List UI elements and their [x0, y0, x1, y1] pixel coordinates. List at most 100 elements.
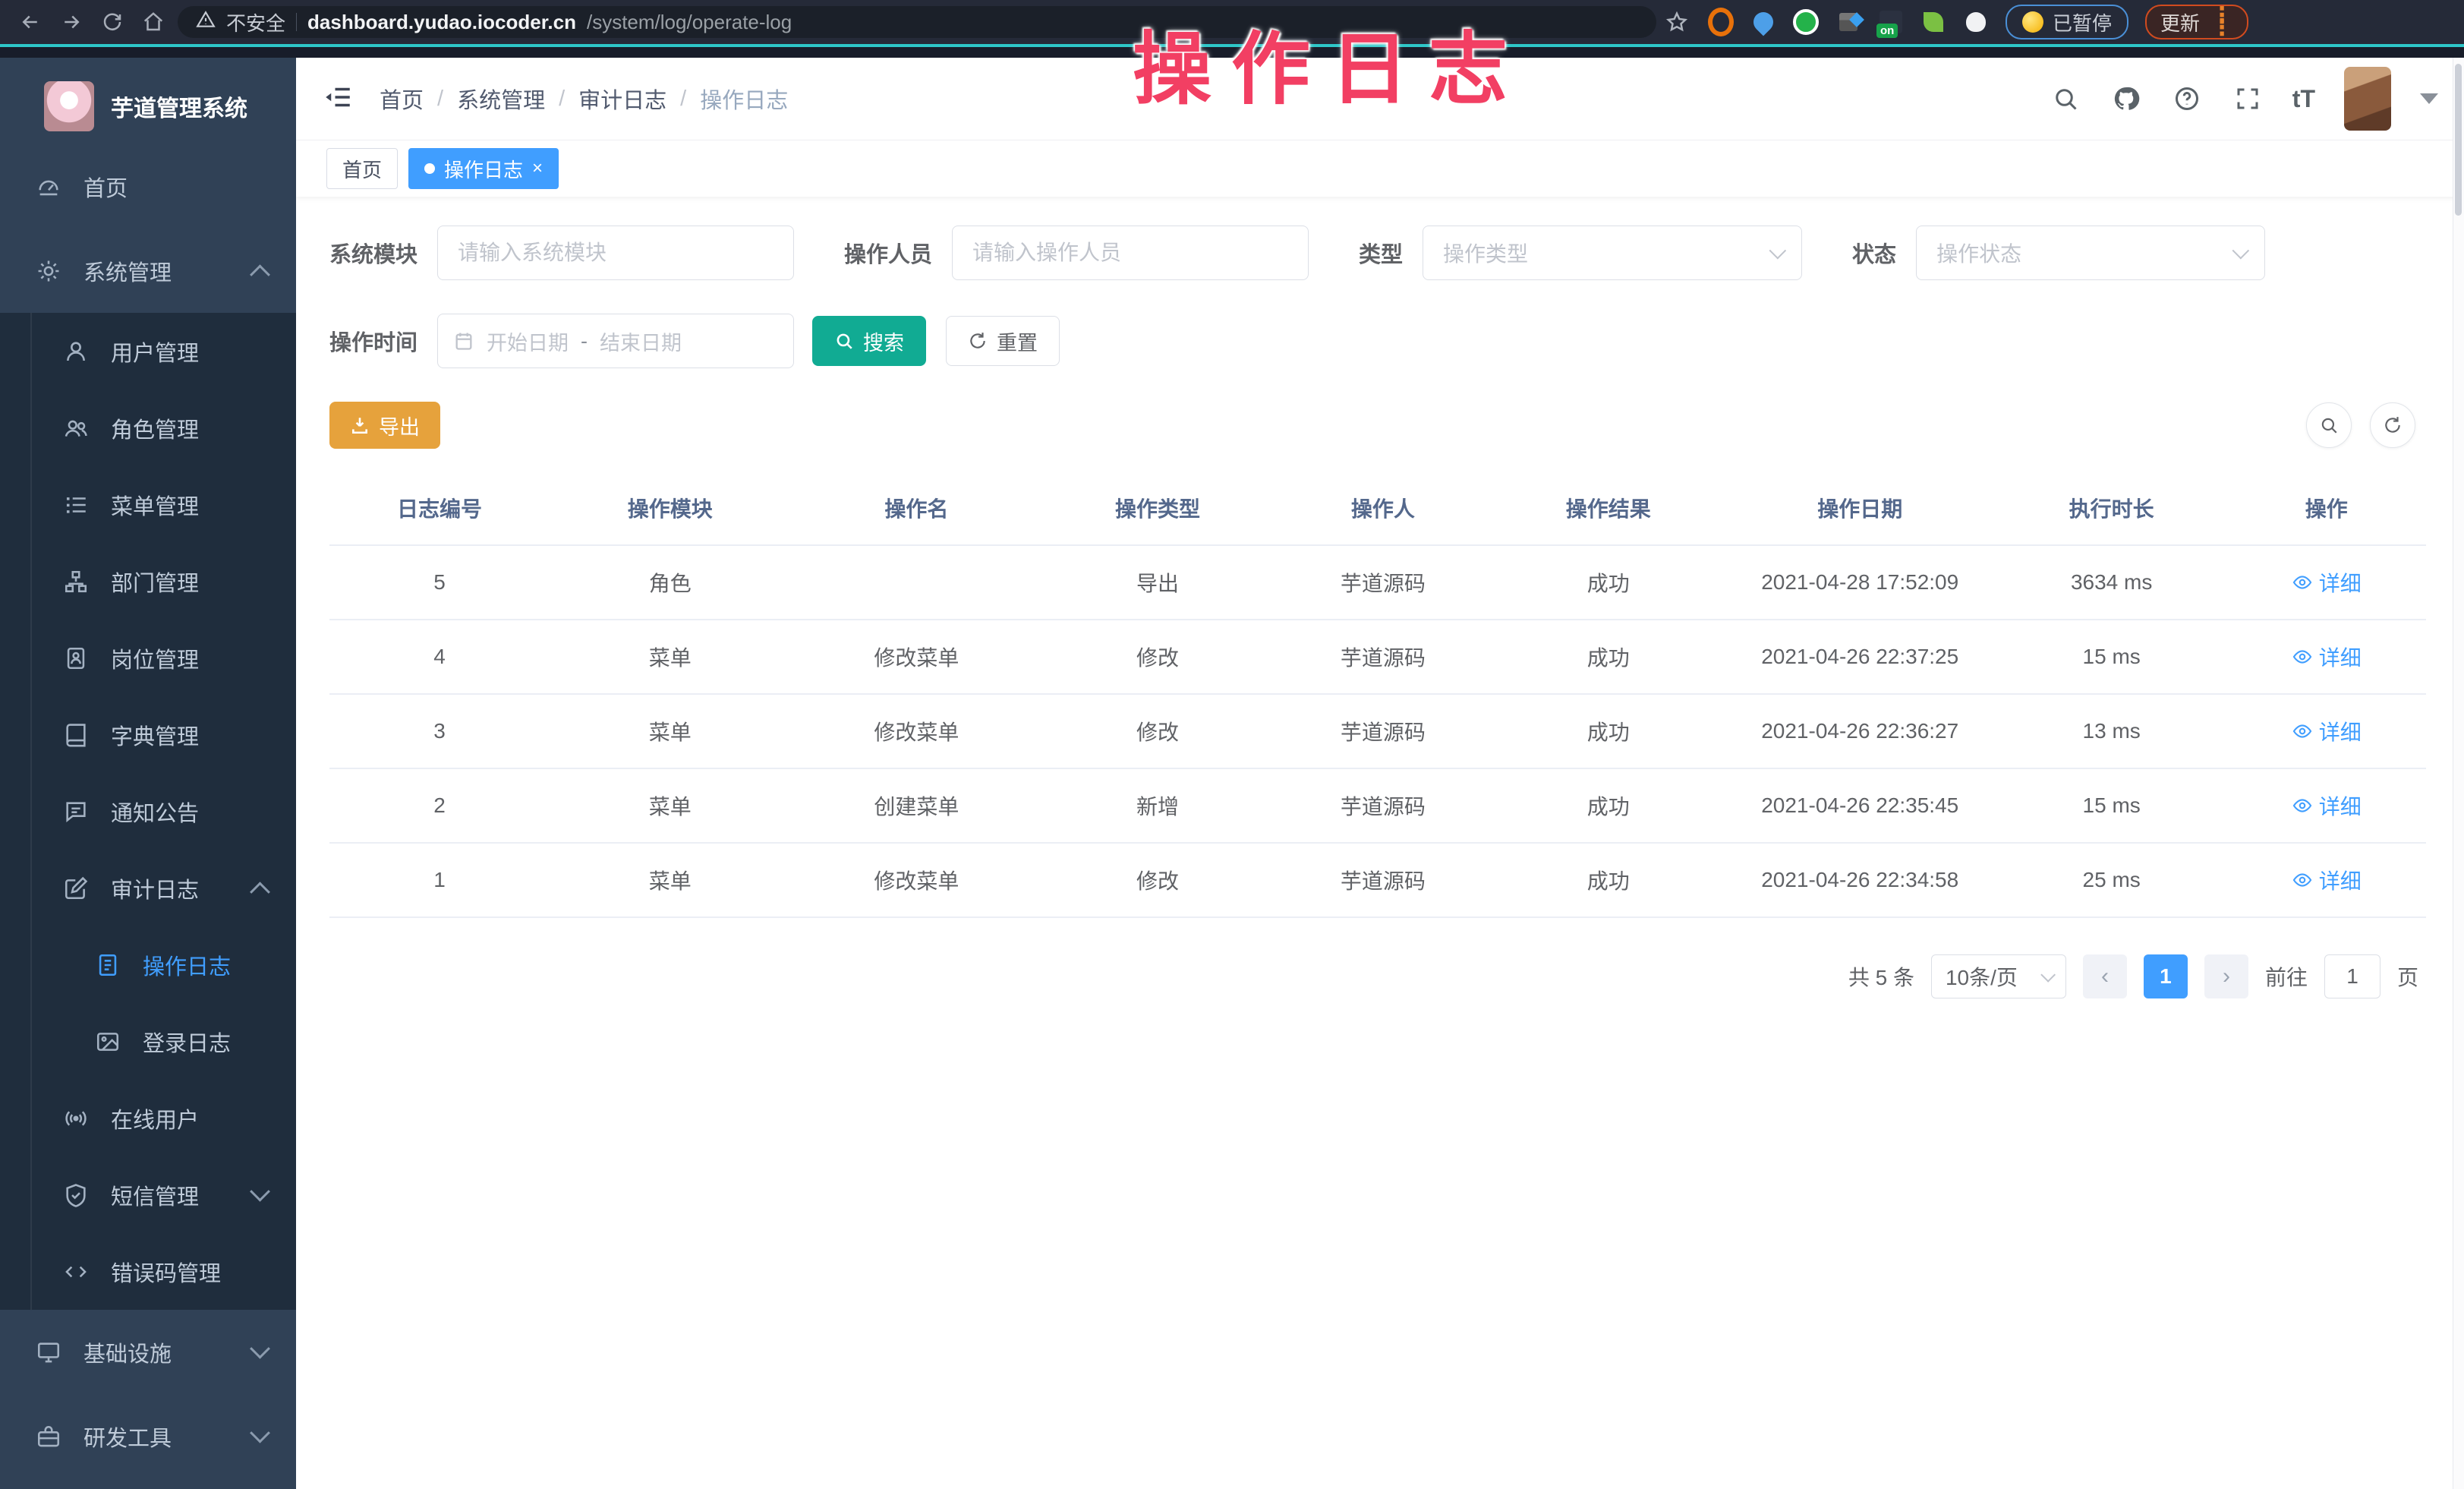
sidebar-item-online-users[interactable]: 在线用户: [0, 1080, 296, 1156]
github-icon[interactable]: [2110, 83, 2142, 115]
wifi-icon: [61, 1103, 91, 1134]
table-cell: 芋道源码: [1273, 768, 1493, 843]
operator-label: 操作人员: [844, 237, 932, 269]
detail-link[interactable]: 详细: [2292, 567, 2362, 598]
sidebar-item-user-mgmt[interactable]: 用户管理: [0, 313, 296, 390]
kebab-menu-icon[interactable]: ⋮⋮: [2210, 10, 2233, 35]
reset-button[interactable]: 重置: [946, 316, 1060, 366]
sidebar-item-dept-mgmt[interactable]: 部门管理: [0, 543, 296, 620]
tags-view: 首页操作日志×: [296, 140, 2464, 197]
active-dot-icon: [424, 163, 435, 174]
browser-back-button[interactable]: [14, 5, 47, 39]
extension-on-icon[interactable]: on: [1878, 9, 1904, 35]
fullscreen-icon[interactable]: [2232, 83, 2264, 115]
sidebar-item-dev-tools[interactable]: 研发工具: [0, 1394, 296, 1478]
status-select[interactable]: 操作状态: [1916, 226, 2265, 280]
sidebar-item-dict-mgmt[interactable]: 字典管理: [0, 696, 296, 773]
sidebar-item-error-code-mgmt[interactable]: 错误码管理: [0, 1233, 296, 1310]
screen: 不安全 dashboard.yudao.iocoder.cn /system/l…: [0, 0, 2464, 1489]
sidebar-item-system-mgmt[interactable]: 系统管理: [0, 229, 296, 313]
sidebar-item-login-log[interactable]: 登录日志: [0, 1003, 296, 1080]
help-icon[interactable]: [2171, 83, 2203, 115]
extension-pin-icon[interactable]: [1750, 9, 1776, 35]
detail-link[interactable]: 详细: [2292, 642, 2362, 672]
sidebar-item-home[interactable]: 首页: [0, 144, 296, 229]
table-cell: 15 ms: [1996, 768, 2227, 843]
user-avatar[interactable]: [2344, 67, 2391, 131]
extension-leaf-icon[interactable]: [1920, 9, 1946, 35]
column-header: 操作结果: [1493, 472, 1724, 545]
search-icon[interactable]: [2050, 83, 2081, 115]
browser-update-button[interactable]: 更新 ⋮⋮: [2145, 5, 2248, 39]
date-range-picker[interactable]: 开始日期 - 结束日期: [437, 314, 794, 368]
page-scrollbar[interactable]: [2453, 58, 2464, 1489]
sidebar-item-role-mgmt[interactable]: 角色管理: [0, 390, 296, 466]
font-size-icon[interactable]: tT: [2292, 85, 2315, 113]
search-button[interactable]: 搜索: [812, 316, 926, 366]
table-cell: 菜单: [550, 768, 791, 843]
tachometer-icon: [33, 172, 64, 202]
prev-page-button[interactable]: ‹: [2083, 954, 2127, 998]
breadcrumb-item[interactable]: 首页: [380, 83, 424, 115]
sidebar-item-post-mgmt[interactable]: 岗位管理: [0, 620, 296, 696]
module-input[interactable]: [437, 226, 794, 280]
extension-green-check-icon[interactable]: [1793, 9, 1819, 35]
table-cell: 修改菜单: [791, 694, 1042, 768]
table-cell: 菜单: [550, 694, 791, 768]
extension-grid-icon[interactable]: [1835, 9, 1861, 35]
type-select[interactable]: 操作类型: [1423, 226, 1802, 280]
operator-input[interactable]: [952, 226, 1309, 280]
next-page-button[interactable]: ›: [2204, 954, 2248, 998]
chevron-down-icon: [250, 1181, 270, 1201]
table-cell-actions: 详细: [2227, 694, 2426, 768]
toggle-search-button[interactable]: [2306, 402, 2352, 448]
column-header: 操作: [2227, 472, 2426, 545]
table-cell: 成功: [1493, 768, 1724, 843]
detail-link[interactable]: 详细: [2292, 790, 2362, 821]
export-button[interactable]: 导出: [329, 402, 440, 449]
page-progress-bar: [0, 44, 2464, 47]
sidebar-fold-icon[interactable]: [322, 81, 357, 116]
close-icon[interactable]: ×: [532, 159, 543, 178]
extension-paw-icon[interactable]: [1963, 9, 1989, 35]
security-label[interactable]: 不安全: [226, 8, 285, 36]
tag-home[interactable]: 首页: [326, 148, 398, 189]
sidebar-item-sms-mgmt[interactable]: 短信管理: [0, 1156, 296, 1233]
table-cell: 2: [329, 768, 550, 843]
table-cell: 修改菜单: [791, 620, 1042, 694]
page-size-select[interactable]: 10条/页: [1931, 954, 2066, 998]
breadcrumb-item[interactable]: 审计日志: [578, 83, 666, 115]
sidebar-item-menu-mgmt[interactable]: 菜单管理: [0, 466, 296, 543]
current-page-button[interactable]: 1: [2144, 954, 2188, 998]
sidebar-item-operate-log[interactable]: 操作日志: [0, 926, 296, 1003]
refresh-table-button[interactable]: [2370, 402, 2415, 448]
tag-operate-log[interactable]: 操作日志×: [408, 148, 559, 189]
start-date-placeholder: 开始日期: [487, 327, 569, 356]
sidebar-item-label: 在线用户: [111, 1103, 199, 1134]
detail-link[interactable]: 详细: [2292, 716, 2362, 746]
browser-reload-button[interactable]: [96, 5, 129, 39]
tag-label: 首页: [342, 155, 382, 183]
scrollbar-thumb[interactable]: [2455, 64, 2462, 216]
sidebar-item-audit-log[interactable]: 审计日志: [0, 850, 296, 926]
profile-paused-pill[interactable]: 已暂停: [2006, 5, 2128, 39]
chevron-down-icon[interactable]: [2420, 93, 2438, 104]
detail-link[interactable]: 详细: [2292, 865, 2362, 895]
browser-home-button[interactable]: [137, 5, 170, 39]
browser-address-bar[interactable]: 不安全 dashboard.yudao.iocoder.cn /system/l…: [178, 6, 1656, 38]
breadcrumb-separator: /: [680, 87, 686, 112]
table-cell: 2021-04-26 22:36:27: [1724, 694, 1996, 768]
sidebar-menu: 首页系统管理用户管理角色管理菜单管理部门管理岗位管理字典管理通知公告审计日志操作…: [0, 144, 296, 1478]
table-cell: 13 ms: [1996, 694, 2227, 768]
filter-form: 系统模块 操作人员 类型 操作类型: [329, 226, 2426, 368]
bookmark-star-icon[interactable]: [1664, 9, 1690, 35]
sidebar-item-infrastructure[interactable]: 基础设施: [0, 1310, 296, 1394]
browser-forward-button[interactable]: [55, 5, 88, 39]
app-logo[interactable]: 芋道管理系统: [0, 58, 296, 144]
goto-page-input[interactable]: [2324, 954, 2381, 998]
sidebar-item-notice-mgmt[interactable]: 通知公告: [0, 773, 296, 850]
breadcrumb-item[interactable]: 系统管理: [457, 83, 545, 115]
total-count: 共 5 条: [1848, 961, 1914, 992]
table-cell: 修改: [1042, 620, 1273, 694]
extension-orange-icon[interactable]: [1708, 9, 1734, 35]
